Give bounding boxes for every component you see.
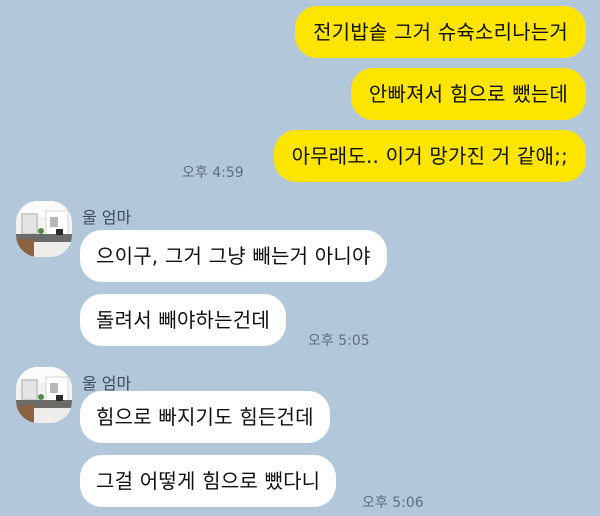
- received-message[interactable]: 돌려서 빼야하는건데: [80, 294, 286, 346]
- received-message[interactable]: 힘으로 빠지기도 힘든건데: [80, 391, 330, 443]
- kitchen-photo-avatar-icon: [16, 201, 72, 257]
- sender-avatar[interactable]: [16, 367, 72, 423]
- message-text: 그걸 어떻게 힘으로 뺐다니: [96, 469, 321, 493]
- message-text: 으이구, 그거 그냥 빼는거 아니야: [96, 244, 371, 268]
- chat-room[interactable]: 전기밥솥 그거 슈슉소리나는거 안빠져서 힘으로 뺐는데 아무래도.. 이거 망…: [0, 0, 600, 516]
- sender-name: 울 엄마: [82, 208, 132, 227]
- message-timestamp: 오후 5:06: [362, 495, 424, 511]
- received-message[interactable]: 으이구, 그거 그냥 빼는거 아니야: [80, 230, 387, 282]
- message-timestamp: 오후 4:59: [182, 165, 244, 181]
- sent-message[interactable]: 안빠져서 힘으로 뺐는데: [350, 68, 586, 120]
- received-message[interactable]: 그걸 어떻게 힘으로 뺐다니: [80, 455, 337, 507]
- message-text: 전기밥솥 그거 슈슉소리나는거: [313, 20, 568, 44]
- message-text: 아무래도.. 이거 망가진 거 같애;;: [291, 144, 568, 168]
- message-timestamp: 오후 5:05: [308, 333, 370, 349]
- kitchen-photo-avatar-icon: [16, 367, 72, 423]
- message-text: 힘으로 빠지기도 힘든건데: [96, 405, 314, 429]
- message-text: 안빠져서 힘으로 뺐는데: [368, 82, 568, 106]
- message-text: 돌려서 빼야하는건데: [96, 308, 270, 332]
- sent-message[interactable]: 전기밥솥 그거 슈슉소리나는거: [295, 6, 586, 58]
- sent-message[interactable]: 아무래도.. 이거 망가진 거 같애;;: [273, 130, 586, 182]
- sender-avatar[interactable]: [16, 201, 72, 257]
